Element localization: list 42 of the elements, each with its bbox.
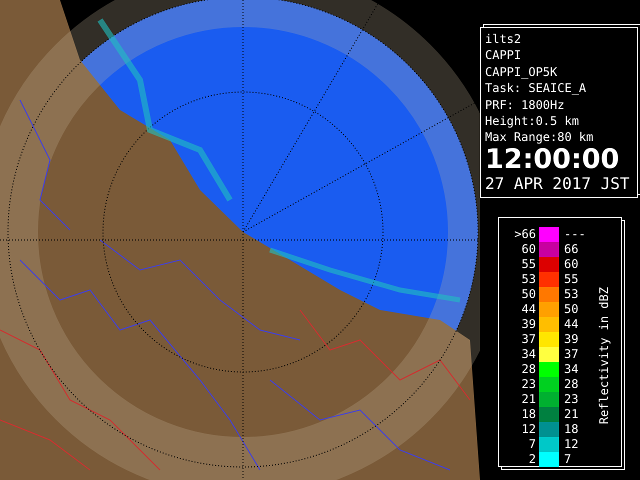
legend-high-value: 44: [563, 317, 580, 332]
info-line: Max Range:80 km: [485, 129, 594, 146]
legend-high-value: 21: [563, 407, 580, 422]
legend-low-value: 50: [520, 287, 537, 302]
legend-high-value: 50: [563, 302, 580, 316]
legend-low-value: 44: [520, 302, 537, 316]
info-line: ilts2: [485, 31, 522, 48]
legend-low-value: 7: [528, 437, 537, 452]
legend-low-value: 23: [520, 377, 537, 392]
info-line: CAPPI: [485, 47, 522, 64]
legend-high-value: 66: [563, 242, 580, 256]
legend-low-value: 34: [520, 347, 537, 362]
legend-low-value: >66: [513, 227, 537, 242]
info-line: Height:0.5 km: [485, 113, 580, 130]
info-line: PRF: 1800Hz: [485, 96, 566, 114]
legend-low-value: 53: [520, 272, 537, 286]
legend-high-value: 39: [563, 332, 580, 346]
info-line: CAPPI_OP5K: [485, 64, 558, 80]
legend-high-value: 7: [563, 452, 572, 466]
legend-low-value: 39: [520, 317, 537, 332]
legend-high-value: 28: [563, 377, 580, 392]
legend-low-value: 12: [520, 422, 537, 436]
time-text: 12:00:00: [485, 146, 620, 174]
legend-low-value: 55: [520, 257, 537, 272]
legend-high-value: 37: [563, 347, 580, 362]
legend-low-value: 60: [520, 242, 537, 256]
legend-high-value: 34: [563, 362, 580, 376]
legend-high-value: 55: [563, 272, 580, 286]
date-text: 27 APR 2017 JST: [485, 174, 630, 194]
legend-high-value: 53: [563, 287, 580, 302]
legend-low-value: 2: [528, 452, 537, 466]
legend-high-value: 23: [563, 392, 580, 406]
legend-high-value: 60: [563, 257, 580, 272]
legend-low-value: 28: [520, 362, 537, 376]
legend-low-value: 37: [520, 332, 537, 346]
legend-low-value: 21: [520, 392, 537, 406]
legend-high-value: 18: [563, 422, 580, 436]
legend-high-value: 12: [563, 437, 580, 452]
info-line: Task: SEAICE_A: [485, 80, 588, 97]
legend-low-value: 18: [520, 407, 537, 422]
legend-high-value: ---: [563, 227, 587, 242]
legend-title: Reflectivity in dBZ: [597, 286, 611, 424]
